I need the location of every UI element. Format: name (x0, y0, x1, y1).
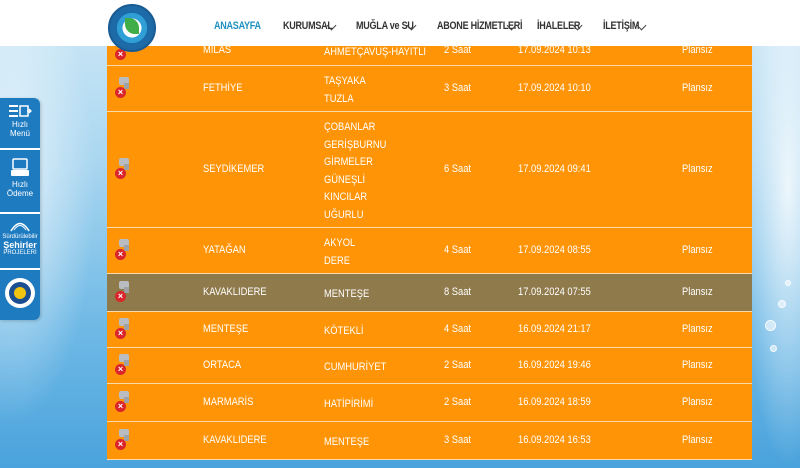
street-cell: AKYOL (324, 237, 356, 249)
date-cell: 16.09.2024 18:59 (518, 396, 591, 408)
outage-type-cell: Plansız (682, 244, 713, 256)
street-cell: ÇOBANLAR (324, 121, 376, 133)
sustainable-cities-button[interactable]: Sürdürülebilir Şehirler PROJELERİ (0, 214, 40, 268)
outage-type-cell: Plansız (682, 82, 713, 94)
outage-row[interactable]: × KAVAKLIDERE MENTEŞE 3 Saat 16.09.2024 16:5… (107, 422, 752, 460)
date-cell: 16.09.2024 16:53 (518, 434, 591, 446)
date-cell: 17.09.2024 09:41 (518, 163, 591, 175)
quick-menu-label-1: Hızlı (12, 120, 28, 129)
quick-side-menu: Hızlı Menü Hızlı Ödeme Sürdürülebilir Şe… (0, 98, 40, 320)
faucet-closed-icon: × (115, 77, 133, 99)
district-cell: MARMARİS (203, 396, 254, 408)
nav-home[interactable]: ANASAYFA (214, 20, 261, 32)
emblem-button[interactable] (0, 270, 40, 320)
quick-menu-button[interactable]: Hızlı Menü (0, 98, 40, 148)
quick-payment-button[interactable]: Hızlı Ödeme (0, 150, 40, 212)
street-cell: AHMETÇAVUŞ-HAYITLI (324, 46, 426, 58)
faucet-closed-icon: × (115, 239, 133, 261)
duration-cell: 6 Saat (444, 163, 472, 175)
duration-cell: 2 Saat (444, 359, 472, 371)
street-cell: GERİŞBURNU (324, 138, 387, 151)
outage-type-cell: Plansız (682, 286, 713, 298)
street-cell: KINCILAR (324, 191, 368, 203)
district-cell: MENTEŞE (203, 323, 249, 335)
outage-row[interactable]: × YATAĞAN AKYOL DERE 4 Saat 17.09.2024 08:55 P… (107, 228, 752, 274)
bubble (785, 280, 791, 286)
outage-type-cell: Plansız (682, 163, 713, 175)
date-cell: 17.09.2024 08:55 (518, 244, 591, 256)
duration-cell: 4 Saat (444, 244, 472, 256)
district-cell: KAVAKLIDERE (203, 434, 267, 446)
date-cell: 17.09.2024 07:55 (518, 286, 591, 298)
quick-payment-label-1: Hızlı (12, 180, 28, 189)
outage-row[interactable]: × FETHİYE TAŞYAKA TUZLA 3 Saat 17.09.2024 10:… (107, 66, 752, 112)
nav-contact[interactable]: İLETİŞİM (603, 20, 639, 32)
street-cell: CUMHURİYET (324, 361, 387, 373)
menu-toggle-icon (8, 104, 32, 118)
outage-type-cell: Plansız (682, 359, 713, 371)
district-cell: ORTACA (203, 359, 242, 371)
street-cell: UĞURLU (324, 208, 364, 221)
sustainable-label-3: PROJELERİ (3, 250, 37, 256)
street-cell: KÖTEKLİ (324, 325, 364, 337)
quick-menu-label-2: Menü (9, 129, 30, 138)
faucet-closed-icon: × (115, 281, 133, 303)
duration-cell: 4 Saat (444, 323, 472, 335)
street-cell: GÜNEŞLİ (324, 173, 366, 186)
sustainable-label-2: Şehirler (3, 240, 37, 250)
date-cell: 17.09.2024 10:10 (518, 82, 591, 94)
leaf-arc-icon (8, 218, 32, 232)
duration-cell: 8 Saat (444, 286, 472, 298)
outage-row[interactable]: × MARMARİS HATİPİRİMİ 2 Saat 16.09.2024 18:5… (107, 384, 752, 422)
street-cell: MENTEŞE (324, 436, 370, 448)
outage-row[interactable]: × ORTACA CUMHURİYET 2 Saat 16.09.2024 19:46 P… (107, 348, 752, 384)
street-cell: GİRMELER (324, 156, 373, 168)
outage-row[interactable]: × MENTEŞE KÖTEKLİ 4 Saat 16.09.2024 21:17 Pla… (107, 312, 752, 348)
bubble (778, 300, 786, 308)
faucet-closed-icon: × (115, 391, 133, 413)
outage-type-cell: Plansız (682, 396, 713, 408)
outage-row[interactable]: × KAVAKLIDERE MENTEŞE 8 Saat 17.09.2024 07:5… (107, 274, 752, 312)
street-cell: TAŞYAKA (324, 75, 366, 87)
faucet-closed-icon: × (115, 429, 133, 451)
faucet-closed-icon: × (115, 354, 133, 376)
district-cell: KAVAKLIDERE (203, 286, 267, 298)
faucet-closed-icon: × (115, 158, 133, 180)
muski-logo[interactable] (108, 4, 156, 52)
street-cell: MENTEŞE (324, 288, 370, 300)
outage-type-cell: Plansız (682, 323, 713, 335)
street-cell: DERE (324, 254, 350, 267)
district-cell: FETHİYE (203, 82, 243, 94)
faucet-closed-icon: × (115, 318, 133, 340)
street-cell: HATİPİRİMİ (324, 398, 374, 410)
date-cell: 16.09.2024 21:17 (518, 323, 591, 335)
duration-cell: 3 Saat (444, 82, 472, 94)
municipality-emblem-icon (5, 278, 35, 308)
bubble (765, 320, 776, 331)
nav-mugla-su[interactable]: MUĞLA ve SU (356, 20, 414, 32)
outage-row[interactable]: × SEYDİKEMER ÇOBANLAR GERİŞBURNU GİRMELER GÜN… (107, 112, 752, 228)
nav-corporate[interactable]: KURUMSAL (283, 20, 333, 32)
duration-cell: 2 Saat (444, 396, 472, 408)
duration-cell: 3 Saat (444, 434, 472, 446)
street-cell: TUZLA (324, 92, 354, 105)
leaf-icon (125, 18, 139, 34)
date-cell: 16.09.2024 19:46 (518, 359, 591, 371)
district-cell: SEYDİKEMER (203, 163, 265, 175)
district-cell: YATAĞAN (203, 244, 246, 256)
bubble (770, 345, 777, 352)
payment-terminal-icon (8, 158, 32, 178)
outage-type-cell: Plansız (682, 434, 713, 446)
quick-payment-label-2: Ödeme (6, 189, 34, 198)
